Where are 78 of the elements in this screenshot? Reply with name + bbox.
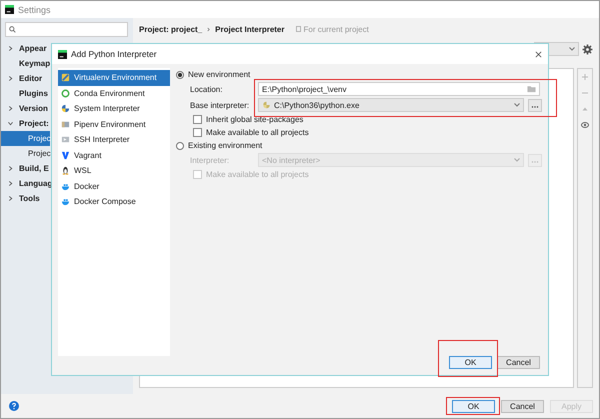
chevron-icon <box>207 26 210 32</box>
tree-item[interactable]: Projec <box>1 146 50 161</box>
checkbox[interactable] <box>193 128 202 137</box>
window-title: Settings <box>18 4 51 14</box>
add-icon[interactable] <box>581 73 589 81</box>
checkbox-label: Make available to all projects <box>206 170 309 179</box>
radio-label: New environment <box>188 70 250 79</box>
checkbox-label: Make available to all projects <box>206 128 309 137</box>
folder-icon[interactable] <box>527 85 536 93</box>
breadcrumb-item: Project: project_ <box>139 24 202 34</box>
checkbox-label: Inherit global site-packages <box>206 115 304 124</box>
radio-label: Existing environment <box>188 141 262 150</box>
list-item[interactable]: SSH Interpreter <box>58 132 170 148</box>
checkbox[interactable] <box>193 170 202 179</box>
list-item[interactable]: Virtualenv Environment <box>58 70 170 86</box>
radio-button[interactable] <box>176 70 184 78</box>
help-icon[interactable] <box>9 401 19 411</box>
list-item[interactable]: WSL <box>58 163 170 178</box>
tree-item[interactable]: Appear <box>1 44 47 53</box>
field-label: Base interpreter: <box>190 100 250 110</box>
penguin-icon <box>61 166 70 176</box>
terminal-icon <box>61 135 70 144</box>
app-logo-icon <box>5 5 14 14</box>
page-icon <box>296 26 300 32</box>
browse-icon[interactable] <box>528 98 542 112</box>
cancel-button[interactable]: Cancel <box>497 356 540 369</box>
list-item[interactable]: Docker <box>58 178 170 194</box>
list-item[interactable]: Docker Compose <box>58 194 170 210</box>
chevron-icon <box>8 196 13 201</box>
dialog-button[interactable]: Cancel <box>501 400 544 412</box>
v-icon <box>61 150 70 160</box>
caret-icon <box>569 47 575 51</box>
gear-icon[interactable] <box>582 44 593 54</box>
list-item[interactable]: Pipenv Environment <box>58 116 170 132</box>
location-field[interactable]: E:\Python\project_\venv <box>258 82 540 96</box>
ok-button[interactable]: OK <box>452 400 495 412</box>
list-item[interactable]: Conda Environment <box>58 86 170 101</box>
folder-icon <box>61 120 70 129</box>
search-icon <box>9 26 16 33</box>
caret-icon <box>514 103 520 107</box>
checkbox[interactable] <box>193 115 202 124</box>
chevron-icon <box>8 46 13 51</box>
chevron-icon <box>8 121 13 126</box>
highlight-frame <box>438 340 498 377</box>
field-label: Location: <box>190 84 224 94</box>
close-icon[interactable] <box>535 50 542 58</box>
search-field[interactable] <box>5 22 128 37</box>
whale-icon <box>61 197 70 206</box>
app-logo-icon <box>58 50 67 58</box>
tree-item[interactable]: Keymap <box>1 59 50 68</box>
list-item[interactable]: Vagrant <box>58 148 170 163</box>
tree-item[interactable]: Editor <box>1 74 42 83</box>
list-item[interactable]: System Interpreter <box>58 101 170 116</box>
caret-icon <box>514 158 520 162</box>
tree-item[interactable]: Version <box>1 104 48 113</box>
chevron-icon <box>8 76 13 81</box>
whale-icon <box>61 182 70 191</box>
radio-button[interactable] <box>176 142 184 150</box>
interpreter-dropdown[interactable]: C:\Python36\python.exe <box>258 98 524 112</box>
python-icon <box>61 73 70 82</box>
field-label: Interpreter: <box>190 156 230 164</box>
ring-icon <box>61 88 70 98</box>
tree-item[interactable]: Tools <box>1 194 40 203</box>
chevron-icon <box>8 106 13 111</box>
up-arrow-icon[interactable] <box>581 105 589 113</box>
dialog-title: Add Python Interpreter <box>71 49 157 59</box>
highlight-frame <box>446 397 500 415</box>
tree-item[interactable]: Plugins <box>1 89 48 98</box>
tree-item[interactable]: Build, E <box>1 164 49 173</box>
python-icon <box>61 104 70 114</box>
scope-label: For current project <box>304 24 369 34</box>
breadcrumb-item: Project Interpreter <box>215 24 284 34</box>
eye-icon[interactable] <box>581 121 589 129</box>
chevron-icon <box>8 181 13 186</box>
ok-button[interactable]: OK <box>449 356 492 369</box>
chevron-icon <box>8 166 13 171</box>
tree-item[interactable]: Project: <box>1 119 49 128</box>
python-icon <box>262 101 271 109</box>
